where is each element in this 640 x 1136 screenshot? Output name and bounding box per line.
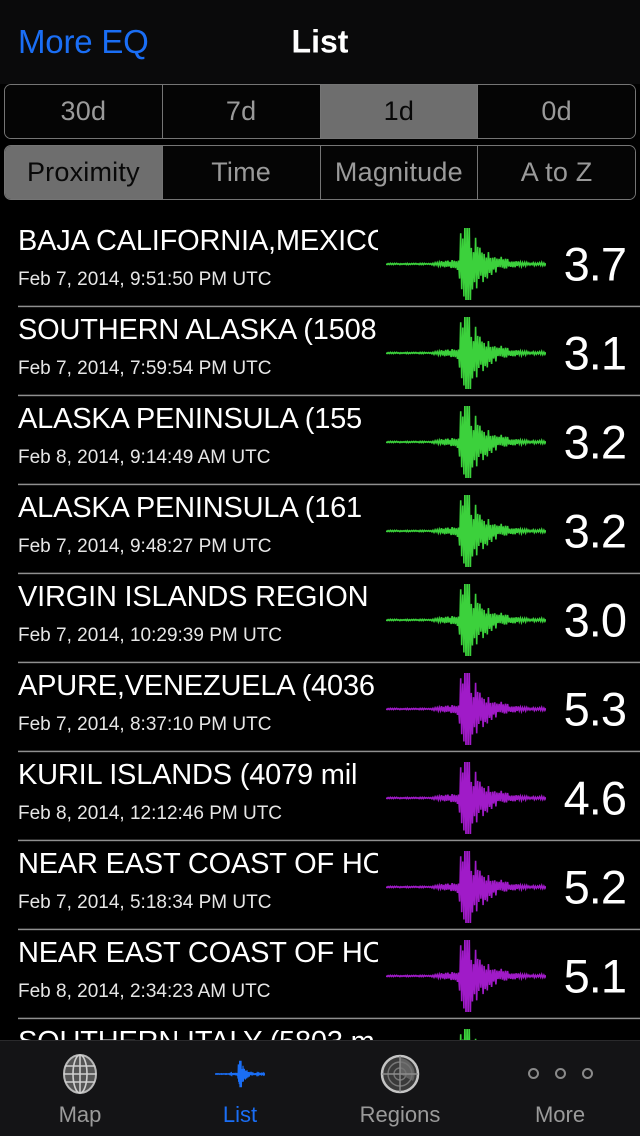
magnitude-value: 5.1 — [563, 949, 627, 1002]
filter-controls: 30d 7d 1d 0d Proximity Time Magnitude A to Z — [0, 84, 640, 200]
row-text-block: NEAR EAST COAST OF HO Feb 7, 2014, 5:18:3… — [18, 846, 378, 917]
earthquake-row[interactable]: NEAR EAST COAST OF HO Feb 8, 2014, 2:34:2… — [0, 931, 640, 1020]
seismogram-waveform — [386, 227, 546, 300]
segment-time[interactable]: Time — [162, 146, 321, 199]
tab-map[interactable]: Map — [0, 1041, 160, 1136]
globe-icon — [57, 1050, 103, 1098]
magnitude-value: 3.2 — [563, 415, 627, 468]
earthquake-list[interactable]: BAJA CALIFORNIA,MEXICO Feb 7, 2014, 9:51:… — [0, 219, 640, 1040]
seismogram-waveform — [386, 939, 546, 1012]
segment-a-to-z[interactable]: A to Z — [478, 146, 635, 199]
tab-regions[interactable]: Regions — [320, 1041, 480, 1136]
row-text-block: BAJA CALIFORNIA,MEXICO Feb 7, 2014, 9:51:… — [18, 223, 378, 294]
earthquake-timestamp: Feb 7, 2014, 10:29:39 PM UTC — [18, 625, 283, 646]
row-text-block: VIRGIN ISLANDS REGION Feb 7, 2014, 10:29:… — [18, 579, 378, 650]
row-text-block: SOUTHERN ITALY (5803 m — [18, 1024, 378, 1040]
seismogram-waveform — [386, 316, 546, 389]
tab-more[interactable]: More — [480, 1041, 640, 1136]
earthquake-timestamp: Feb 7, 2014, 9:48:27 PM UTC — [18, 536, 272, 557]
segment-proximity[interactable]: Proximity — [5, 146, 163, 199]
row-text-block: ALASKA PENINSULA (155 Feb 8, 2014, 9:14:4… — [18, 401, 378, 472]
waveform-icon — [215, 1050, 265, 1098]
seismogram-waveform — [386, 672, 546, 745]
earthquake-timestamp: Feb 7, 2014, 5:18:34 PM UTC — [18, 892, 272, 913]
earthquake-timestamp: Feb 7, 2014, 8:37:10 PM UTC — [18, 714, 272, 735]
tab-label: More — [534, 1101, 586, 1127]
magnitude-value: 3.0 — [563, 593, 627, 646]
seismogram-waveform — [386, 405, 546, 478]
tab-bar[interactable]: Map List Regions More — [0, 1040, 640, 1136]
page-title: List — [291, 23, 349, 60]
segment-magnitude[interactable]: Magnitude — [320, 146, 479, 199]
magnitude-value: 5.2 — [563, 860, 627, 913]
row-text-block: NEAR EAST COAST OF HO Feb 8, 2014, 2:34:2… — [18, 935, 378, 1006]
row-text-block: APURE,VENEZUELA (4036 Feb 7, 2014, 8:37:1… — [18, 668, 378, 739]
earthquake-location: SOUTHERN ALASKA (1508 — [18, 314, 377, 346]
segment-1d[interactable]: 1d — [320, 85, 479, 138]
earthquake-row[interactable]: BAJA CALIFORNIA,MEXICO Feb 7, 2014, 9:51:… — [0, 219, 640, 308]
segment-7d[interactable]: 7d — [162, 85, 321, 138]
earthquake-location: BAJA CALIFORNIA,MEXICO — [18, 225, 378, 257]
ellipsis-dots — [527, 1068, 593, 1079]
earthquake-timestamp: Feb 7, 2014, 9:51:50 PM UTC — [18, 269, 272, 290]
navigation-bar: More EQ List — [0, 0, 640, 84]
earthquake-timestamp: Feb 8, 2014, 2:34:23 AM UTC — [18, 981, 271, 1002]
earthquake-row[interactable]: NEAR EAST COAST OF HO Feb 7, 2014, 5:18:3… — [0, 842, 640, 931]
time-range-segmented-control[interactable]: 30d 7d 1d 0d — [4, 84, 636, 139]
tab-list[interactable]: List — [160, 1041, 320, 1136]
earthquake-row[interactable]: SOUTHERN ALASKA (1508 Feb 7, 2014, 7:59:5… — [0, 308, 640, 397]
earthquake-location: SOUTHERN ITALY (5803 m — [18, 1024, 378, 1040]
seismogram-waveform — [386, 494, 546, 567]
magnitude-value: 3.1 — [563, 326, 627, 379]
earthquake-list-screen: More EQ List 30d 7d 1d 0d Proximity Time Magn… — [0, 0, 640, 1136]
earthquake-row[interactable]: SOUTHERN ITALY (5803 m — [0, 1020, 640, 1040]
magnitude-value: 3.7 — [563, 237, 627, 290]
tab-label: List — [222, 1101, 258, 1127]
earthquake-location: NEAR EAST COAST OF HO — [18, 937, 378, 969]
seismogram-waveform — [386, 761, 546, 834]
sort-segmented-control[interactable]: Proximity Time Magnitude A to Z — [4, 145, 636, 200]
magnitude-value: 3.2 — [563, 504, 627, 557]
earthquake-row[interactable]: VIRGIN ISLANDS REGION Feb 7, 2014, 10:29:… — [0, 575, 640, 664]
earthquake-location: NEAR EAST COAST OF HO — [18, 848, 378, 880]
earthquake-location: APURE,VENEZUELA (4036 — [18, 670, 375, 702]
earthquake-location: ALASKA PENINSULA (161 — [18, 492, 362, 524]
magnitude-value: 5.3 — [563, 682, 627, 735]
seismogram-waveform — [386, 1028, 546, 1040]
earthquake-location: ALASKA PENINSULA (155 — [18, 403, 362, 435]
earthquake-location: KURIL ISLANDS (4079 mil — [18, 759, 358, 791]
magnitude-value: 4.6 — [563, 771, 627, 824]
row-text-block: SOUTHERN ALASKA (1508 Feb 7, 2014, 7:59:5… — [18, 312, 378, 383]
row-text-block: KURIL ISLANDS (4079 mil Feb 8, 2014, 12:1… — [18, 757, 378, 828]
ellipsis-icon — [527, 1050, 593, 1098]
tab-label: Regions — [359, 1101, 441, 1127]
segment-30d[interactable]: 30d — [5, 85, 163, 138]
earthquake-timestamp: Feb 7, 2014, 7:59:54 PM UTC — [18, 358, 272, 379]
segment-0d[interactable]: 0d — [478, 85, 635, 138]
earthquake-timestamp: Feb 8, 2014, 9:14:49 AM UTC — [18, 447, 271, 468]
tab-label: Map — [58, 1101, 102, 1127]
seismogram-waveform — [386, 850, 546, 923]
radar-icon — [377, 1050, 423, 1098]
earthquake-row[interactable]: ALASKA PENINSULA (161 Feb 7, 2014, 9:48:2… — [0, 486, 640, 575]
earthquake-location: VIRGIN ISLANDS REGION — [18, 581, 369, 613]
earthquake-row[interactable]: ALASKA PENINSULA (155 Feb 8, 2014, 9:14:4… — [0, 397, 640, 486]
seismogram-waveform — [386, 583, 546, 656]
row-text-block: ALASKA PENINSULA (161 Feb 7, 2014, 9:48:2… — [18, 490, 378, 561]
earthquake-row[interactable]: KURIL ISLANDS (4079 mil Feb 8, 2014, 12:1… — [0, 753, 640, 842]
earthquake-row[interactable]: APURE,VENEZUELA (4036 Feb 7, 2014, 8:37:1… — [0, 664, 640, 753]
earthquake-timestamp: Feb 8, 2014, 12:12:46 PM UTC — [18, 803, 283, 824]
